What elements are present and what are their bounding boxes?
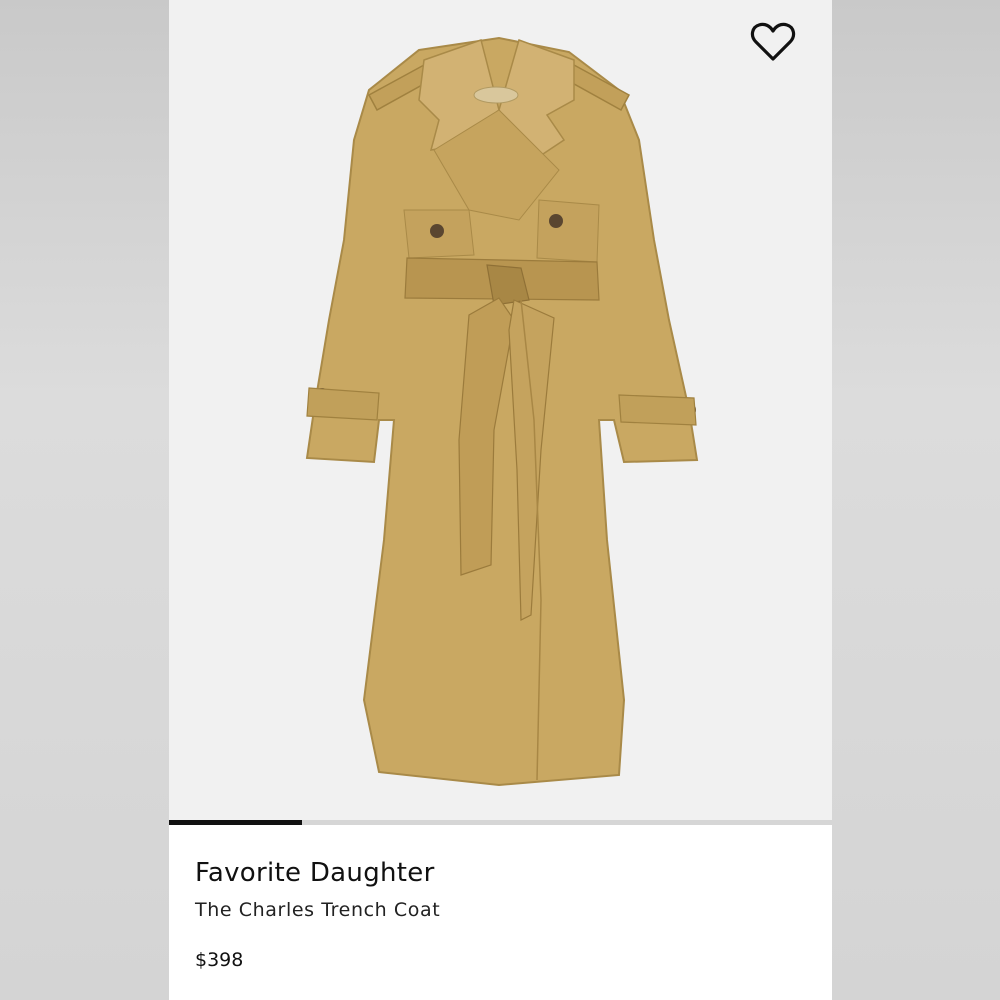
- coat-button: [430, 224, 444, 238]
- inner-label: [473, 86, 519, 104]
- product-price: $398: [195, 949, 244, 971]
- screen: Favorite Daughter The Charles Trench Coa…: [0, 0, 1000, 1000]
- trench-coat-illustration: [305, 36, 699, 787]
- product-card[interactable]: Favorite Daughter The Charles Trench Coa…: [169, 0, 832, 1000]
- right-storm-flap: [536, 199, 600, 263]
- right-cuff-strap: [618, 394, 697, 426]
- favorite-button[interactable]: [750, 20, 796, 64]
- gallery-progress-fill: [169, 820, 302, 825]
- left-cuff-strap: [306, 387, 380, 421]
- gallery-progress-track: [169, 820, 832, 825]
- product-title[interactable]: The Charles Trench Coat: [195, 899, 440, 921]
- left-blurred-background: [0, 0, 169, 1000]
- product-image[interactable]: [169, 0, 832, 820]
- coat-button: [549, 214, 563, 228]
- brand-name[interactable]: Favorite Daughter: [195, 858, 435, 888]
- heart-outline-icon: [750, 22, 796, 61]
- right-blurred-background: [832, 0, 1000, 1000]
